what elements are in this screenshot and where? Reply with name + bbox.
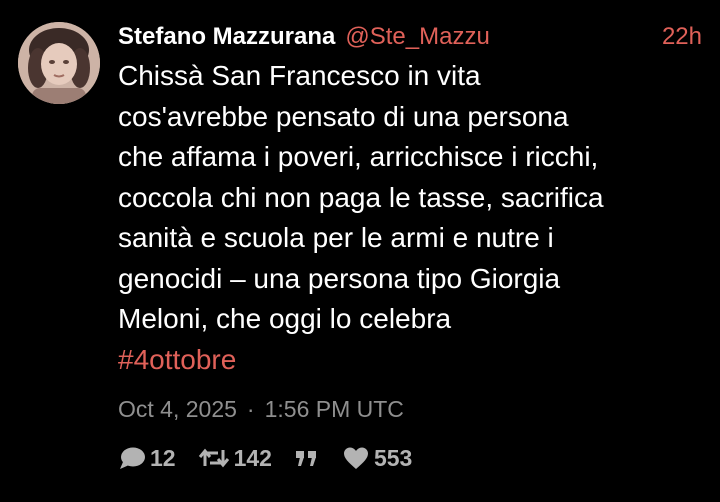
heart-icon [342, 445, 370, 471]
tweet-card: Stefano Mazzurana @Ste_Mazzu 22h Chissà … [0, 0, 720, 502]
tweet-date: Oct 4, 2025 [118, 396, 237, 422]
like-button[interactable]: 553 [342, 445, 412, 472]
tweet-text-line: che affama i poveri, arricchisce i ricch… [118, 141, 599, 172]
tweet-time: 1:56 PM UTC [264, 396, 404, 422]
tweet-text: Chissà San Francesco in vita cos'avrebbe… [118, 56, 708, 380]
retweet-count: 142 [233, 444, 272, 471]
tweet-text-line: Meloni, che oggi lo celebra [118, 303, 452, 334]
hashtag-link[interactable]: #4ottobre [118, 340, 708, 381]
quote-button[interactable] [294, 446, 320, 470]
quote-marks-icon [294, 446, 320, 470]
tweet-text-line: coccola chi non paga le tasse, sacrifica [118, 181, 604, 213]
timestamp-separator: · [246, 396, 255, 422]
avatar-photo [18, 22, 100, 104]
avatar[interactable] [18, 22, 100, 104]
tweet-text-line: cos'avrebbe pensato di una persona [118, 100, 569, 132]
retweet-button[interactable]: 142 [198, 445, 272, 472]
retweet-arrows-icon [198, 445, 230, 471]
tweet-text-line: genocidi – una persona tipo Giorgia [118, 262, 561, 294]
speech-bubble-icon [118, 445, 146, 471]
relative-time[interactable]: 22h [662, 20, 702, 54]
tweet-header: Stefano Mazzurana @Ste_Mazzu 22h [118, 20, 702, 54]
user-handle[interactable]: @Ste_Mazzu [345, 23, 489, 51]
reply-count: 12 [150, 444, 176, 471]
like-count: 553 [373, 444, 413, 471]
display-name[interactable]: Stefano Mazzurana [118, 23, 335, 51]
tweet-actions: 12 142 553 [118, 440, 412, 476]
tweet-text-line: sanità e scuola per le armi e nutre i [118, 222, 554, 253]
tweet-timestamp[interactable]: Oct 4, 2025 · 1:56 PM UTC [118, 392, 404, 426]
reply-button[interactable]: 12 [118, 445, 176, 472]
tweet-text-line: Chissà San Francesco in vita [118, 60, 481, 91]
